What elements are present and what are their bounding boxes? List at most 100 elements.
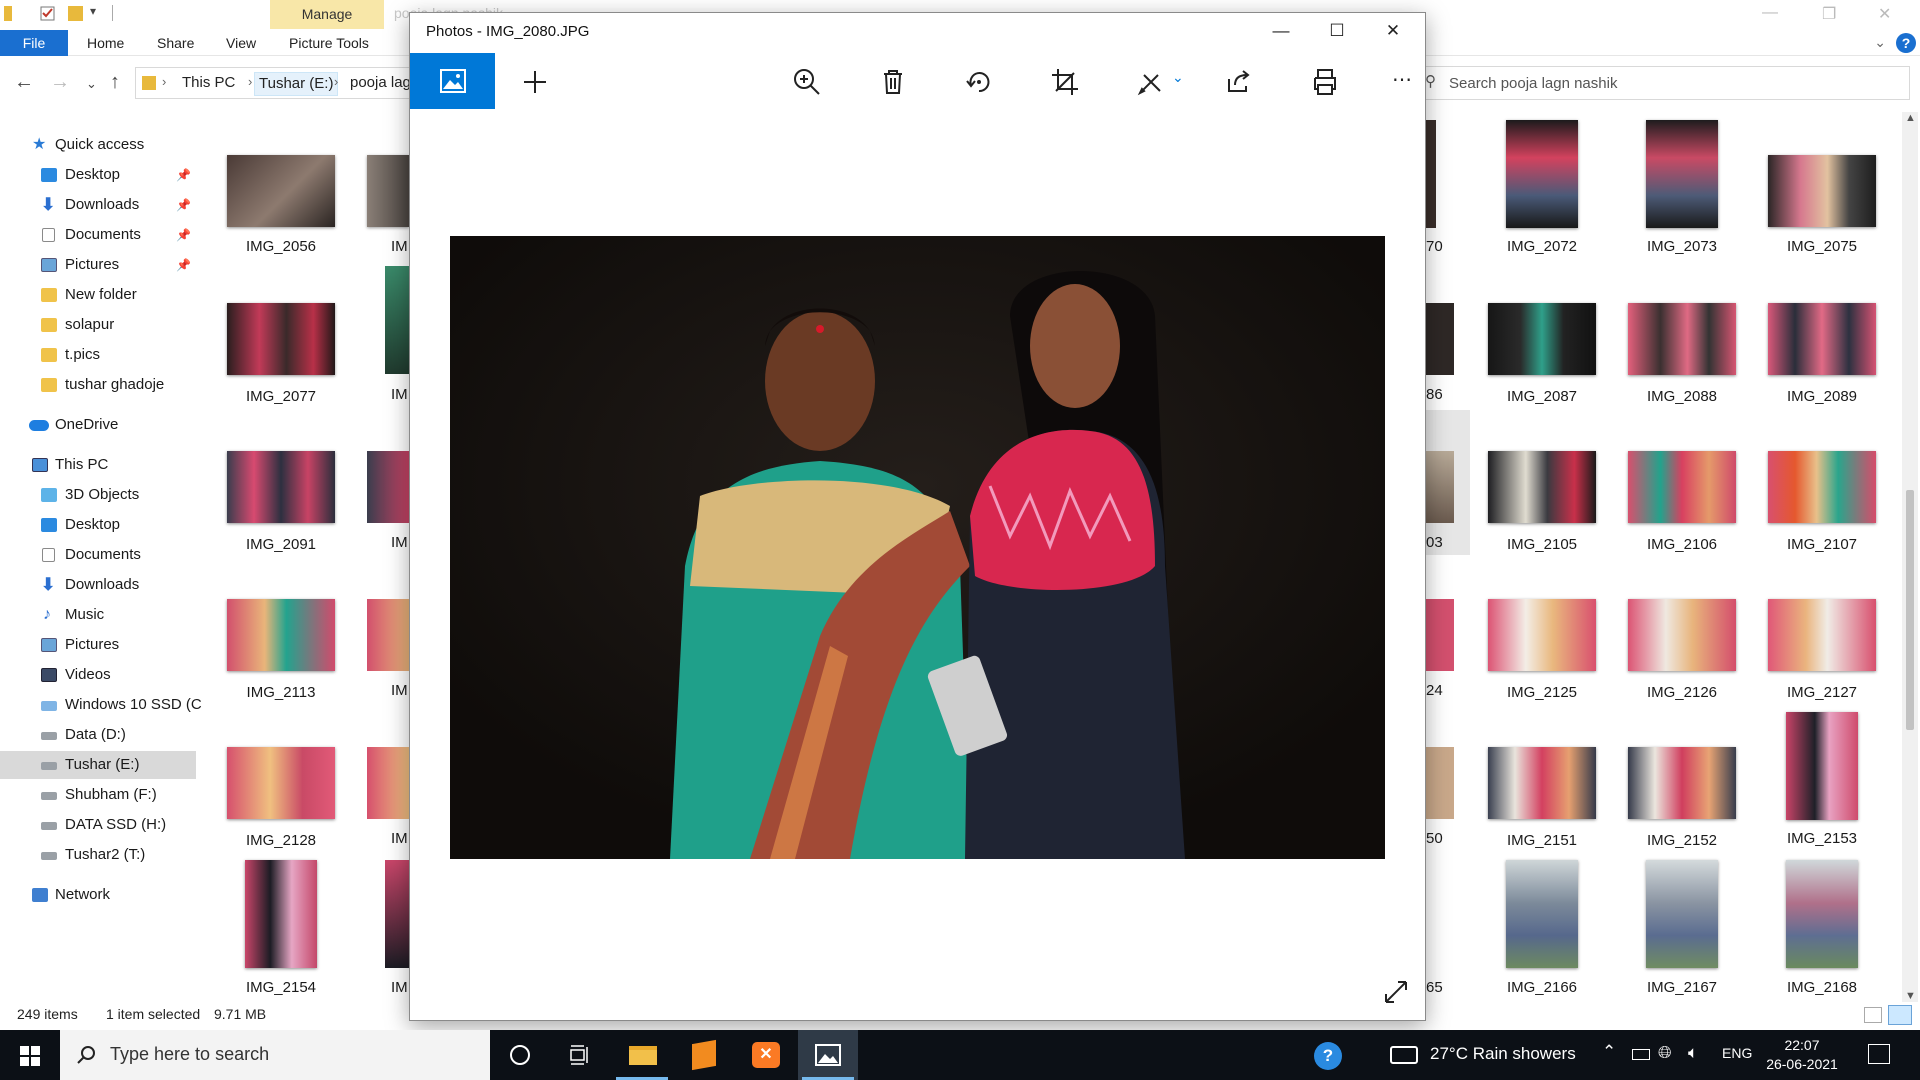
file-item[interactable]: IMG_2091 <box>211 451 351 599</box>
nav-item-drive-f[interactable]: Shubham (F:) <box>0 781 196 809</box>
add-icon[interactable] <box>518 65 552 99</box>
file-item[interactable]: IMG_2077 <box>211 303 351 451</box>
nav-item-music[interactable]: ♪ Music <box>0 601 196 629</box>
taskbar-search-box[interactable]: Type here to search <box>60 1030 490 1080</box>
file-item[interactable]: IMG_2088 <box>1612 303 1752 451</box>
file-item[interactable]: IMG_2073 <box>1612 120 1752 268</box>
new-folder-icon[interactable] <box>68 6 83 21</box>
file-item[interactable]: IMG_2113 <box>211 599 351 747</box>
volume-icon[interactable]: 🔈︎ <box>1688 1043 1698 1063</box>
task-view-button[interactable] <box>550 1030 610 1080</box>
print-icon[interactable] <box>1308 65 1342 99</box>
nav-item-downloads-pc[interactable]: ⬇ Downloads <box>0 571 196 599</box>
file-item[interactable]: IMG_2166 <box>1472 860 1612 1008</box>
notifications-icon[interactable] <box>1868 1044 1890 1064</box>
weather-icon[interactable] <box>1390 1046 1418 1064</box>
file-item[interactable]: IMG_2105 <box>1472 451 1612 599</box>
customize-qat-icon[interactable]: ▾ <box>90 4 96 18</box>
photos-maximize-button[interactable]: ☐ <box>1314 17 1360 45</box>
nav-network[interactable]: Network <box>0 881 196 909</box>
nav-item-downloads[interactable]: ⬇ Downloads 📌 <box>0 191 196 219</box>
file-explorer-taskbar-button[interactable] <box>612 1030 672 1080</box>
up-arrow-icon[interactable]: ↑ <box>110 71 120 94</box>
fullscreen-icon[interactable] <box>1382 978 1410 1006</box>
nav-onedrive[interactable]: OneDrive <box>0 411 196 439</box>
properties-icon[interactable] <box>40 6 55 21</box>
crumb-tushar[interactable]: Tushar (E:) <box>254 72 339 96</box>
show-hidden-icons-icon[interactable]: ⌃ <box>1602 1042 1616 1062</box>
file-item[interactable]: IMG_2087 <box>1472 303 1612 451</box>
manage-tab[interactable]: Manage <box>270 0 384 29</box>
battery-icon[interactable] <box>1632 1049 1650 1060</box>
weather-text[interactable]: 27°C Rain showers <box>1430 1044 1576 1064</box>
tab-home[interactable]: Home <box>87 30 124 56</box>
file-item[interactable]: IMG_2125 <box>1472 599 1612 747</box>
nav-item-pictures[interactable]: Pictures 📌 <box>0 251 196 279</box>
nav-item-t-pics[interactable]: t.pics <box>0 341 196 369</box>
start-button[interactable] <box>0 1030 60 1080</box>
xampp-taskbar-button[interactable]: ✕ <box>736 1030 796 1080</box>
file-item[interactable]: IMG_2072 <box>1472 120 1612 268</box>
crumb-this-pc[interactable]: This PC <box>182 74 235 91</box>
nav-quick-access[interactable]: ★ Quick access <box>0 131 196 159</box>
help-icon[interactable]: ? <box>1896 33 1916 53</box>
minimize-button[interactable]: — <box>1762 4 1778 22</box>
crumb-pooja[interactable]: pooja lag <box>350 74 411 91</box>
tab-view[interactable]: View <box>226 30 256 56</box>
nav-item-drive-c[interactable]: Windows 10 SSD (C <box>0 691 202 719</box>
file-item[interactable]: IMG_2106 <box>1612 451 1752 599</box>
close-button[interactable]: ✕ <box>1878 4 1891 24</box>
back-arrow-icon[interactable]: ← <box>14 71 34 94</box>
nav-item-tushar-ghadoje[interactable]: tushar ghadoje <box>0 371 196 399</box>
nav-item-documents-pc[interactable]: Documents <box>0 541 196 569</box>
recent-locations-icon[interactable]: ⌄ <box>86 76 97 92</box>
restore-button[interactable]: ❐ <box>1822 4 1836 24</box>
nav-item-drive-t[interactable]: Tushar2 (T:) <box>0 841 196 869</box>
nav-item-3d-objects[interactable]: 3D Objects <box>0 481 196 509</box>
network-globe-icon[interactable]: 🌐︎ <box>1658 1043 1672 1063</box>
nav-item-pictures-pc[interactable]: Pictures <box>0 631 196 659</box>
file-item[interactable]: IMG_2168 <box>1752 860 1892 1008</box>
more-options-icon[interactable]: ⋯ <box>1392 67 1412 92</box>
nav-item-drive-e[interactable]: Tushar (E:) <box>0 751 196 779</box>
nav-item-videos[interactable]: Videos <box>0 661 196 689</box>
nav-item-drive-h[interactable]: DATA SSD (H:) <box>0 811 196 839</box>
photos-close-button[interactable]: ✕ <box>1370 17 1416 45</box>
edit-draw-icon[interactable] <box>1134 65 1168 99</box>
zoom-icon[interactable] <box>790 65 824 99</box>
nav-item-desktop-pc[interactable]: Desktop <box>0 511 196 539</box>
rotate-icon[interactable] <box>962 65 996 99</box>
file-item[interactable]: IMG_2089 <box>1752 303 1892 451</box>
nav-item-documents[interactable]: Documents 📌 <box>0 221 196 249</box>
sublime-taskbar-button[interactable] <box>674 1030 734 1080</box>
nav-item-drive-d[interactable]: Data (D:) <box>0 721 196 749</box>
details-view-icon[interactable] <box>1864 1007 1882 1023</box>
forward-arrow-icon[interactable]: → <box>50 71 70 94</box>
file-item[interactable]: IMG_2153 <box>1752 712 1892 860</box>
share-icon[interactable] <box>1222 65 1256 99</box>
photo-image[interactable] <box>450 236 1385 859</box>
file-item[interactable]: IMG_2154 <box>211 860 351 1008</box>
delete-icon[interactable] <box>876 65 910 99</box>
search-input[interactable] <box>1447 71 1887 95</box>
photos-minimize-button[interactable]: — <box>1258 17 1304 45</box>
view-collection-button[interactable] <box>410 53 495 109</box>
scroll-down-icon[interactable]: ▼ <box>1905 990 1916 1002</box>
tab-picture-tools[interactable]: Picture Tools <box>289 30 369 56</box>
search-box[interactable]: ⚲ <box>1420 66 1910 100</box>
chevron-down-icon[interactable]: ⌄ <box>1172 69 1184 86</box>
help-icon[interactable]: ? <box>1314 1042 1342 1070</box>
expand-ribbon-icon[interactable]: ⌄ <box>1874 34 1886 51</box>
file-item[interactable]: IMG_2056 <box>211 155 351 303</box>
file-item[interactable]: IMG_2107 <box>1752 451 1892 599</box>
file-item[interactable]: IMG_2075 <box>1752 155 1892 303</box>
clock[interactable]: 22:07 26-06-2021 <box>1762 1036 1842 1074</box>
scroll-up-icon[interactable]: ▲ <box>1905 112 1916 124</box>
crop-icon[interactable] <box>1048 65 1082 99</box>
tab-share[interactable]: Share <box>157 30 194 56</box>
nav-this-pc[interactable]: This PC <box>0 451 196 479</box>
file-tab[interactable]: File <box>0 30 68 56</box>
breadcrumb[interactable]: › This PC › Tushar (E:) › pooja lag <box>135 67 415 99</box>
scrollbar-thumb[interactable] <box>1906 490 1914 730</box>
file-item[interactable]: IMG_2167 <box>1612 860 1752 1008</box>
